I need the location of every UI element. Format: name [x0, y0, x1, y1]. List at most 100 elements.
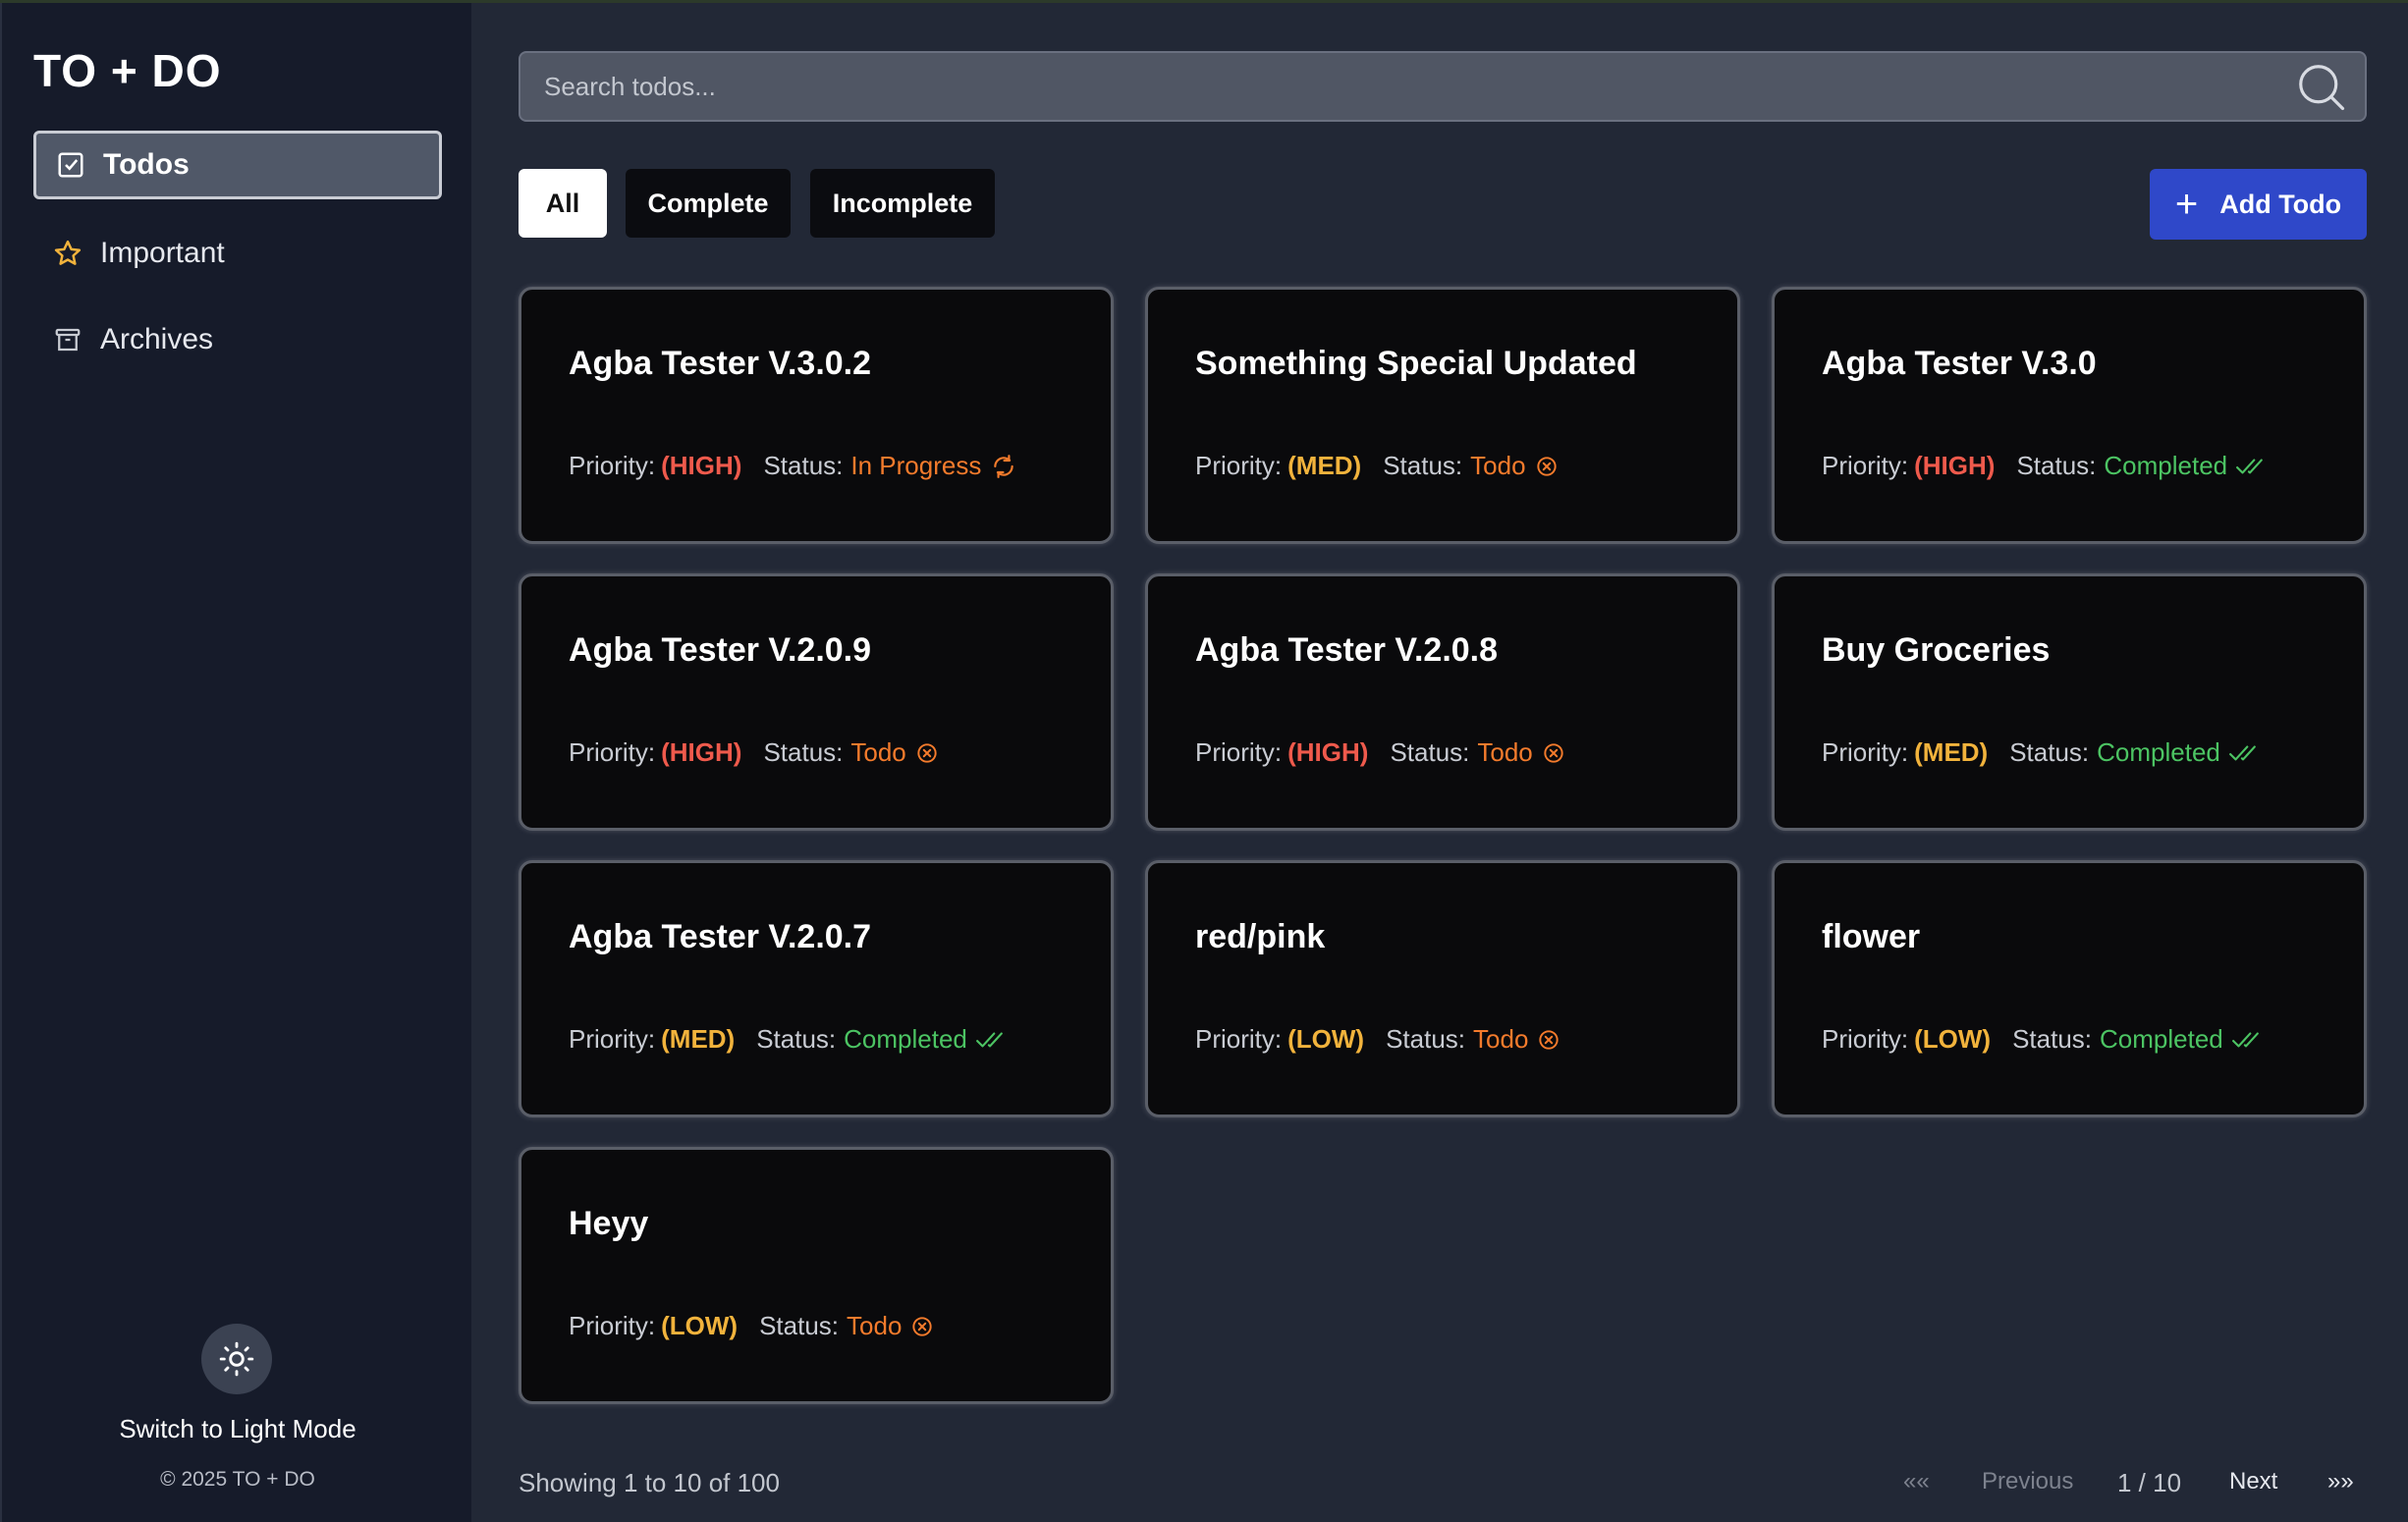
status-label: Status: [1383, 451, 1463, 480]
status-value: Todo [847, 1311, 903, 1340]
status-label: Status: [1386, 1024, 1466, 1054]
double-check-icon [2231, 1027, 2261, 1053]
todo-meta: Priority: (MED) Status: Completed [1822, 737, 2258, 768]
todo-meta: Priority: (MED) Status: Todo [1195, 451, 1563, 481]
search-input[interactable] [520, 53, 2294, 120]
page-indicator: 1 / 10 [2117, 1468, 2182, 1497]
priority-label: Priority: [1822, 451, 1909, 480]
todo-card[interactable]: red/pink Priority: (LOW) Status: Todo [1145, 860, 1740, 1117]
priority-value: (HIGH) [1287, 737, 1369, 767]
first-page-button[interactable]: «« [1903, 1468, 1930, 1495]
todo-meta: Priority: (LOW) Status: Completed [1822, 1024, 2261, 1055]
status-label: Status: [2009, 737, 2090, 767]
todo-card[interactable]: Agba Tester V.2.0.9 Priority: (HIGH) Status… [519, 573, 1114, 831]
todo-card[interactable]: Agba Tester V.2.0.8 Priority: (HIGH) Status… [1145, 573, 1740, 831]
add-todo-button[interactable]: + Add Todo [2150, 169, 2367, 240]
next-page-button[interactable]: Next [2229, 1468, 2277, 1495]
checkbox-icon [56, 150, 85, 180]
status-label: Status: [759, 1311, 840, 1340]
priority-value: (HIGH) [661, 737, 742, 767]
priority-label: Priority: [569, 737, 656, 767]
status-value: In Progress [850, 451, 982, 480]
todo-card[interactable]: Heyy Priority: (LOW) Status: Todo [519, 1147, 1114, 1404]
status-value: Todo [1473, 1024, 1529, 1054]
todo-card[interactable]: Agba Tester V.2.0.7 Priority: (MED) Status:… [519, 860, 1114, 1117]
theme-toggle-button[interactable] [201, 1324, 272, 1394]
filter-complete-button[interactable]: Complete [626, 169, 791, 238]
theme-toggle-label: Switch to Light Mode [119, 1414, 356, 1443]
status-value: Completed [2097, 737, 2220, 767]
priority-value: (LOW) [661, 1311, 739, 1340]
todo-meta: Priority: (LOW) Status: Todo [1195, 1024, 1565, 1055]
sync-icon [989, 454, 1018, 479]
priority-label: Priority: [569, 1024, 656, 1054]
todo-card[interactable]: flower Priority: (LOW) Status: Completed [1772, 860, 2367, 1117]
todo-title: Heyy [569, 1205, 649, 1242]
todo-title: Agba Tester V.3.0 [1822, 345, 2097, 382]
double-check-icon [975, 1027, 1005, 1053]
sidebar-item-label: Important [100, 237, 225, 269]
sidebar-item-todos[interactable]: Todos [33, 131, 442, 199]
todo-title: Agba Tester V.2.0.8 [1195, 631, 1499, 669]
filter-incomplete-button[interactable]: Incomplete [810, 169, 995, 238]
double-check-icon [2235, 454, 2265, 479]
todo-card[interactable]: Something Special Updated Priority: (MED) S… [1145, 287, 1740, 544]
star-icon [53, 239, 82, 268]
sidebar-item-archives[interactable]: Archives [33, 305, 442, 374]
status-label: Status: [2012, 1024, 2093, 1054]
todo-title: Agba Tester V.2.0.9 [569, 631, 872, 669]
circle-x-icon [914, 740, 944, 766]
todo-meta: Priority: (MED) Status: Completed [569, 1024, 1005, 1055]
double-check-icon [2228, 740, 2258, 766]
search-icon[interactable] [2294, 60, 2347, 113]
priority-label: Priority: [1822, 737, 1909, 767]
priority-value: (LOW) [1287, 1024, 1365, 1054]
plus-icon: + [2174, 183, 2199, 226]
priority-label: Priority: [1822, 1024, 1909, 1054]
priority-value: (HIGH) [661, 451, 742, 480]
priority-label: Priority: [569, 451, 656, 480]
status-label: Status: [2016, 451, 2097, 480]
sidebar-item-label: Archives [100, 323, 214, 355]
priority-label: Priority: [1195, 1024, 1283, 1054]
status-label: Status: [1390, 737, 1470, 767]
status-value: Completed [2104, 451, 2228, 480]
todo-title: Something Special Updated [1195, 345, 1637, 382]
todo-title: Agba Tester V.3.0.2 [569, 345, 872, 382]
priority-value: (LOW) [1914, 1024, 1992, 1054]
todo-card[interactable]: Agba Tester V.3.0.2 Priority: (HIGH) Status… [519, 287, 1114, 544]
priority-value: (HIGH) [1914, 451, 1996, 480]
status-label: Status: [763, 737, 844, 767]
todo-meta: Priority: (HIGH) Status: Todo [1195, 737, 1570, 768]
priority-label: Priority: [1195, 451, 1283, 480]
sidebar-item-important[interactable]: Important [33, 219, 442, 288]
circle-x-icon [1536, 1027, 1565, 1053]
last-page-button[interactable]: »» [2327, 1468, 2354, 1495]
status-value: Completed [2100, 1024, 2223, 1054]
priority-value: (MED) [1914, 737, 1989, 767]
previous-page-button[interactable]: Previous [1982, 1468, 2073, 1495]
add-todo-label: Add Todo [2219, 189, 2342, 219]
status-value: Todo [1470, 451, 1526, 480]
circle-x-icon [909, 1314, 939, 1339]
app-logo: TO + DO [33, 45, 222, 96]
todo-meta: Priority: (LOW) Status: Todo [569, 1311, 939, 1341]
todo-meta: Priority: (HIGH) Status: Todo [569, 737, 944, 768]
filter-all-button[interactable]: All [519, 169, 607, 238]
priority-value: (MED) [661, 1024, 736, 1054]
search-bar [519, 51, 2367, 122]
todo-card[interactable]: Agba Tester V.3.0 Priority: (HIGH) Status: C… [1772, 287, 2367, 544]
todo-title: flower [1822, 918, 1921, 955]
status-value: Todo [1477, 737, 1533, 767]
todo-meta: Priority: (HIGH) Status: In Progress [569, 451, 1018, 481]
status-label: Status: [763, 451, 844, 480]
sun-icon [218, 1340, 255, 1378]
priority-label: Priority: [569, 1311, 656, 1340]
todo-card[interactable]: Buy Groceries Priority: (MED) Status: Comple… [1772, 573, 2367, 831]
archive-icon [53, 325, 82, 354]
circle-x-icon [1534, 454, 1563, 479]
priority-label: Priority: [1195, 737, 1283, 767]
priority-value: (MED) [1287, 451, 1362, 480]
todo-title: red/pink [1195, 918, 1326, 955]
sidebar: TO + DO Todos Important Archives Switch … [0, 3, 471, 1522]
